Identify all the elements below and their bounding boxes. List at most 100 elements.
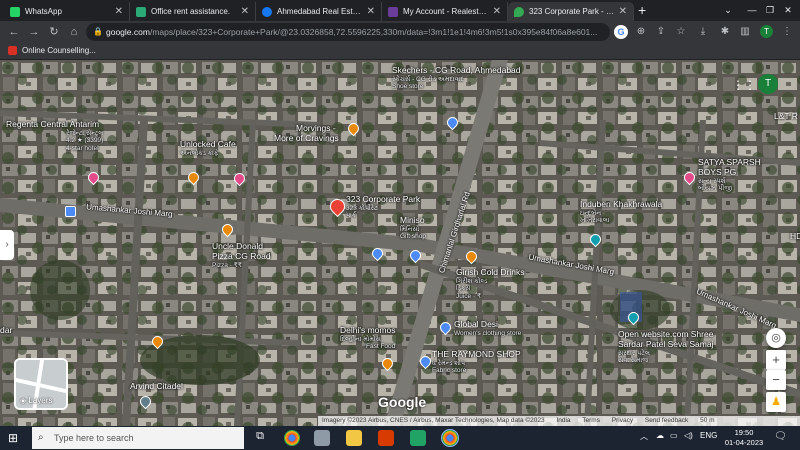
url-path: /maps/place/323+Corporate+Park/@23.03268…: [149, 27, 598, 37]
place-satya-sparsh[interactable]: SATYA SPARSH BOYS PG સત્ય સ્પર્શ બોયઝ પી…: [698, 157, 761, 192]
back-icon[interactable]: ←: [6, 24, 22, 40]
tab-title: Ahmedabad Real Estate |: [277, 7, 363, 16]
chrome-active-icon[interactable]: [441, 429, 459, 447]
place-edge-hd: HD: [790, 231, 800, 241]
tab-title: Office rent assistance.: [151, 7, 230, 16]
system-clock[interactable]: 19:50 01-04-2023: [724, 428, 764, 448]
tab-title: 323 Corporate Park - Goo: [529, 7, 615, 16]
map-attribution-bar: Imagery ©2023 Airbus, CNES / Airbus, Max…: [318, 416, 800, 426]
file-explorer-icon[interactable]: [346, 430, 362, 446]
close-icon[interactable]: ✕: [619, 6, 627, 17]
sheets-icon: [136, 6, 146, 17]
tab-office-rent[interactable]: Office rent assistance. ✕: [130, 2, 256, 21]
close-icon[interactable]: ✕: [367, 6, 375, 17]
satellite-imagery: [0, 60, 800, 426]
tab-strip: WhatsApp ✕ Office rent assistance. ✕ Ahm…: [0, 0, 800, 21]
tray-chevron-icon[interactable]: ︿: [640, 431, 648, 442]
place-miniso[interactable]: Miniso મિનિસો Gift shop: [400, 215, 426, 241]
close-icon[interactable]: ✕: [115, 6, 123, 17]
close-icon[interactable]: ✕: [493, 6, 501, 17]
excel-icon[interactable]: [410, 430, 426, 446]
reload-icon[interactable]: ↻: [46, 24, 62, 40]
bookmark-online-counselling[interactable]: Online Counselling...: [8, 46, 96, 55]
bookmark-label: Online Counselling...: [22, 46, 96, 55]
tab-ahmedabad-real-estate[interactable]: Ahmedabad Real Estate | ✕: [256, 2, 382, 21]
zoom-in-button[interactable]: +: [766, 350, 786, 370]
sidepanel-icon[interactable]: ▥: [738, 25, 752, 39]
download-icon[interactable]: ⤓: [696, 25, 710, 39]
tab-title: My Account - Realestateli: [403, 7, 489, 16]
close-window-icon[interactable]: ✕: [776, 0, 800, 20]
tab-title: WhatsApp: [25, 7, 62, 16]
chrome-icon[interactable]: [284, 430, 300, 446]
battery-icon[interactable]: ▭: [670, 431, 678, 440]
place-delhis-momos[interactable]: Delhi's momos દિલ્હીના મોમોસ Fast Food: [340, 325, 395, 351]
google-lens-icon[interactable]: G: [614, 25, 628, 39]
privacy-link[interactable]: Privacy: [612, 417, 633, 424]
zoom-icon[interactable]: ⊕: [634, 25, 648, 39]
place-edge-lt: L&T R: [774, 111, 798, 121]
app-icon[interactable]: [314, 430, 330, 446]
place-arvind-citadel[interactable]: Arvind Citadel: [130, 381, 183, 392]
close-icon[interactable]: ✕: [241, 6, 249, 17]
site-icon: [388, 6, 398, 17]
home-icon[interactable]: ⌂: [66, 24, 82, 40]
google-maps-icon: [514, 6, 524, 17]
send-feedback-link[interactable]: Send feedback: [645, 417, 688, 424]
terms-link[interactable]: Terms: [582, 417, 600, 424]
windows-taskbar: ⊞ ⌕ Type here to search ⧉ ︿ ☁ ▭ ◁) ENG 1…: [0, 426, 800, 450]
place-sardar-patel-samaj[interactable]: Open website.com Shree Sardar Patel Seva…: [618, 329, 713, 364]
place-induben[interactable]: Induben Khakhrawala ઇન્દુબેન ખાખરાવાલા: [580, 199, 662, 225]
tab-google-maps[interactable]: 323 Corporate Park - Goo ✕: [508, 2, 634, 21]
place-raymond-shop[interactable]: THE RAYMOND SHOP ધ રેમન્ડ શોપ Fabric sto…: [432, 349, 521, 375]
clock-time: 19:50: [734, 428, 754, 437]
place-regenta[interactable]: Regenta Central Antarim રેજેન્ટા સેન્ટ્ર…: [6, 119, 103, 152]
notifications-icon[interactable]: 🗨: [774, 431, 787, 442]
volume-icon[interactable]: ◁): [684, 431, 693, 440]
bus-stop-icon[interactable]: [65, 206, 76, 217]
extensions-icon[interactable]: ✱: [718, 25, 732, 39]
windows-start-icon[interactable]: ⊞: [8, 431, 18, 445]
apps-grid-icon[interactable]: ⋮⋮: [732, 78, 756, 92]
bookmarks-bar: Online Counselling...: [0, 43, 800, 60]
share-icon[interactable]: ⇪: [654, 25, 668, 39]
lock-icon: 🔒: [93, 27, 103, 36]
layers-text: Layers: [28, 396, 53, 405]
office-icon[interactable]: [378, 430, 394, 446]
map-profile-avatar[interactable]: T: [758, 74, 778, 94]
map-canvas[interactable]: Umashankar Joshi Marg Umashankar Joshi M…: [0, 60, 800, 426]
tab-search-icon[interactable]: ⌄: [716, 0, 740, 20]
place-morvings[interactable]: Morvings - More of Cravings: [274, 123, 339, 144]
google-logo: Google: [378, 394, 427, 410]
taskbar-search-box[interactable]: ⌕ Type here to search: [32, 427, 244, 449]
layers-button[interactable]: ◈ Layers: [14, 358, 68, 410]
task-view-icon[interactable]: ⧉: [252, 430, 268, 446]
place-edge-dar: dar: [0, 325, 13, 335]
region-link[interactable]: India: [556, 417, 570, 424]
browser-toolbar: ← → ↻ ⌂ 🔒 google.com/maps/place/323+Corp…: [0, 21, 800, 43]
pegman-icon[interactable]: ♟: [766, 392, 786, 412]
cloud-icon[interactable]: ☁: [656, 431, 664, 440]
bookmark-star-icon[interactable]: ☆: [674, 25, 688, 39]
forward-icon[interactable]: →: [26, 24, 42, 40]
place-uncle-donald[interactable]: Uncle Donald Pizza CG Road Pizza · ₹₹: [212, 241, 271, 269]
menu-kebab-icon[interactable]: ⋮: [780, 25, 794, 39]
bookmark-icon: [8, 46, 17, 55]
place-girish-cold-drinks[interactable]: Girish Cold Drinks ગિરીશ કોલ્ડ ડ્રિંક્સ …: [456, 267, 525, 300]
address-bar[interactable]: 🔒 google.com/maps/place/323+Corporate+Pa…: [86, 23, 610, 41]
tab-whatsapp[interactable]: WhatsApp ✕: [4, 2, 130, 21]
my-location-button[interactable]: ◎: [766, 328, 786, 348]
scale-label[interactable]: 50 m: [700, 417, 714, 424]
language-indicator[interactable]: ENG: [700, 431, 717, 440]
place-unlocked-cafe[interactable]: Unlocked Cafe અનલોક્ડ કાફે: [180, 139, 236, 157]
search-placeholder: Type here to search: [54, 433, 134, 443]
profile-avatar[interactable]: T: [760, 25, 773, 38]
layers-icon: ◈: [20, 396, 27, 405]
place-skechers[interactable]: Skechers - CG Road, Ahmedabad સ્કેચર્સ -…: [392, 65, 521, 91]
expand-panel-button[interactable]: ›: [0, 230, 14, 260]
new-tab-button[interactable]: +: [638, 2, 646, 18]
place-global-desi[interactable]: Global Desi Women's clothing store: [454, 319, 521, 337]
zoom-out-button[interactable]: −: [766, 370, 786, 390]
tab-my-account[interactable]: My Account - Realestateli ✕: [382, 2, 508, 21]
facebook-icon: [262, 6, 272, 17]
